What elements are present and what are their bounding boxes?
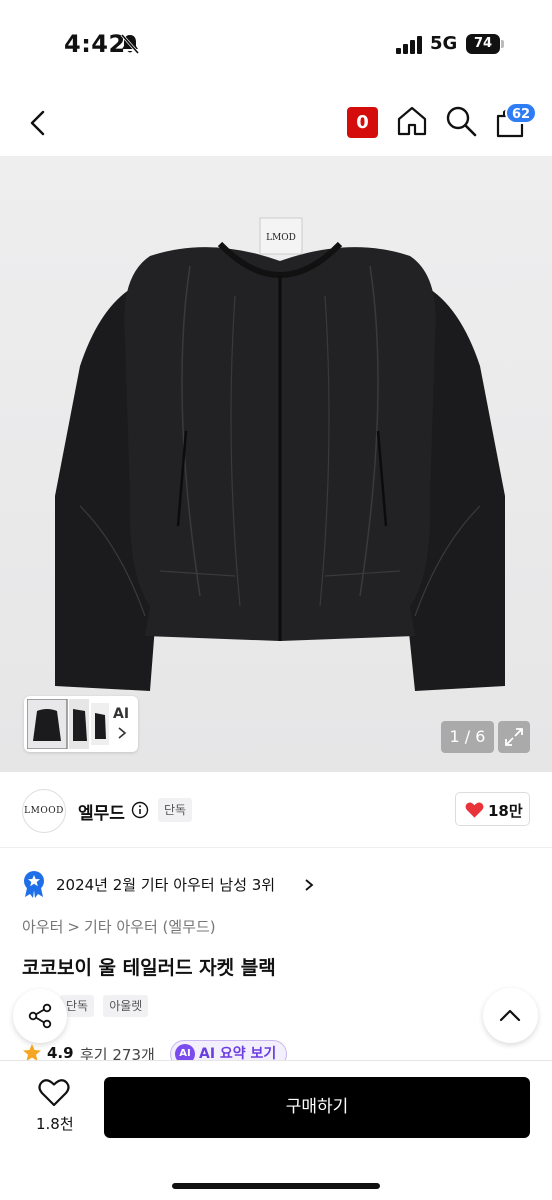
wishlist-count: 1.8천 [36,1115,74,1133]
chevron-right-icon [118,727,127,739]
back-arrow-icon[interactable] [22,106,56,140]
battery-level: 74 [466,34,500,54]
brand-logo[interactable]: LMOOD [22,789,66,833]
zero-badge-button[interactable]: 0 [347,107,378,138]
share-button[interactable] [13,989,67,1043]
thumbnail-ai-label: AI [113,706,130,722]
heart-filled-icon [465,802,484,818]
like-count: 18만 [488,802,523,820]
info-icon[interactable] [131,801,149,819]
tag-outlet: 아울렛 [103,995,149,1017]
exclusive-tag: 단독 [158,798,193,822]
heart-outline-icon[interactable] [38,1078,70,1108]
bottom-action-bar: 1.8천 구매하기 [0,1060,552,1200]
brand-name[interactable]: 엘무드 [78,799,125,824]
image-page-counter: 1 / 6 [441,721,494,753]
battery-indicator: 74 [466,34,506,54]
breadcrumb-item-etc-outer[interactable]: 기타 아우터 (엘무드) [84,916,216,937]
chevron-right-icon [305,879,314,891]
thumbnail-images[interactable] [27,699,109,749]
product-title: 코코보이 울 테일러드 자켓 블랙 [22,957,276,979]
brand-like-button[interactable]: 18만 [455,792,530,826]
network-label: 5G [430,33,458,54]
home-indicator [172,1183,380,1189]
app-header: 0 62 [0,90,552,156]
chevron-up-icon [499,1009,521,1022]
status-bar: 4:42 5G 74 [0,0,552,90]
ranking-medal-icon [24,871,44,898]
breadcrumb-item-outer[interactable]: 아우터 [22,916,63,937]
status-time: 4:42 [64,30,126,58]
jacket-product-image: LMOD [55,217,505,691]
cart-count-badge: 62 [505,102,538,124]
home-icon[interactable] [395,104,429,138]
product-image-gallery[interactable]: LMOD AI 1 / 6 [0,156,552,772]
share-icon [28,1003,52,1029]
expand-image-button[interactable] [498,721,530,753]
scroll-to-top-button[interactable] [483,988,538,1043]
ranking-row[interactable]: 2024년 2월 기타 아우터 남성 3위 [22,868,522,900]
buy-button[interactable]: 구매하기 [104,1077,530,1138]
breadcrumb: 아우터 > 기타 아우터 (엘무드) [22,916,216,937]
product-tags: 단독 아울렛 [60,995,152,1017]
thumbnail-strip[interactable]: AI [24,696,138,752]
brand-row: LMOOD 엘무드 단독 18만 [0,772,552,848]
search-icon[interactable] [444,104,478,138]
ranking-text: 2024년 2월 기타 아우터 남성 3위 [56,876,276,894]
bell-muted-icon [120,34,140,54]
breadcrumb-separator-icon: > [67,918,80,936]
expand-icon [505,728,523,746]
svg-text:LMOD: LMOD [266,233,296,243]
battery-cap [501,40,504,48]
cellular-signal-icon [396,36,422,54]
